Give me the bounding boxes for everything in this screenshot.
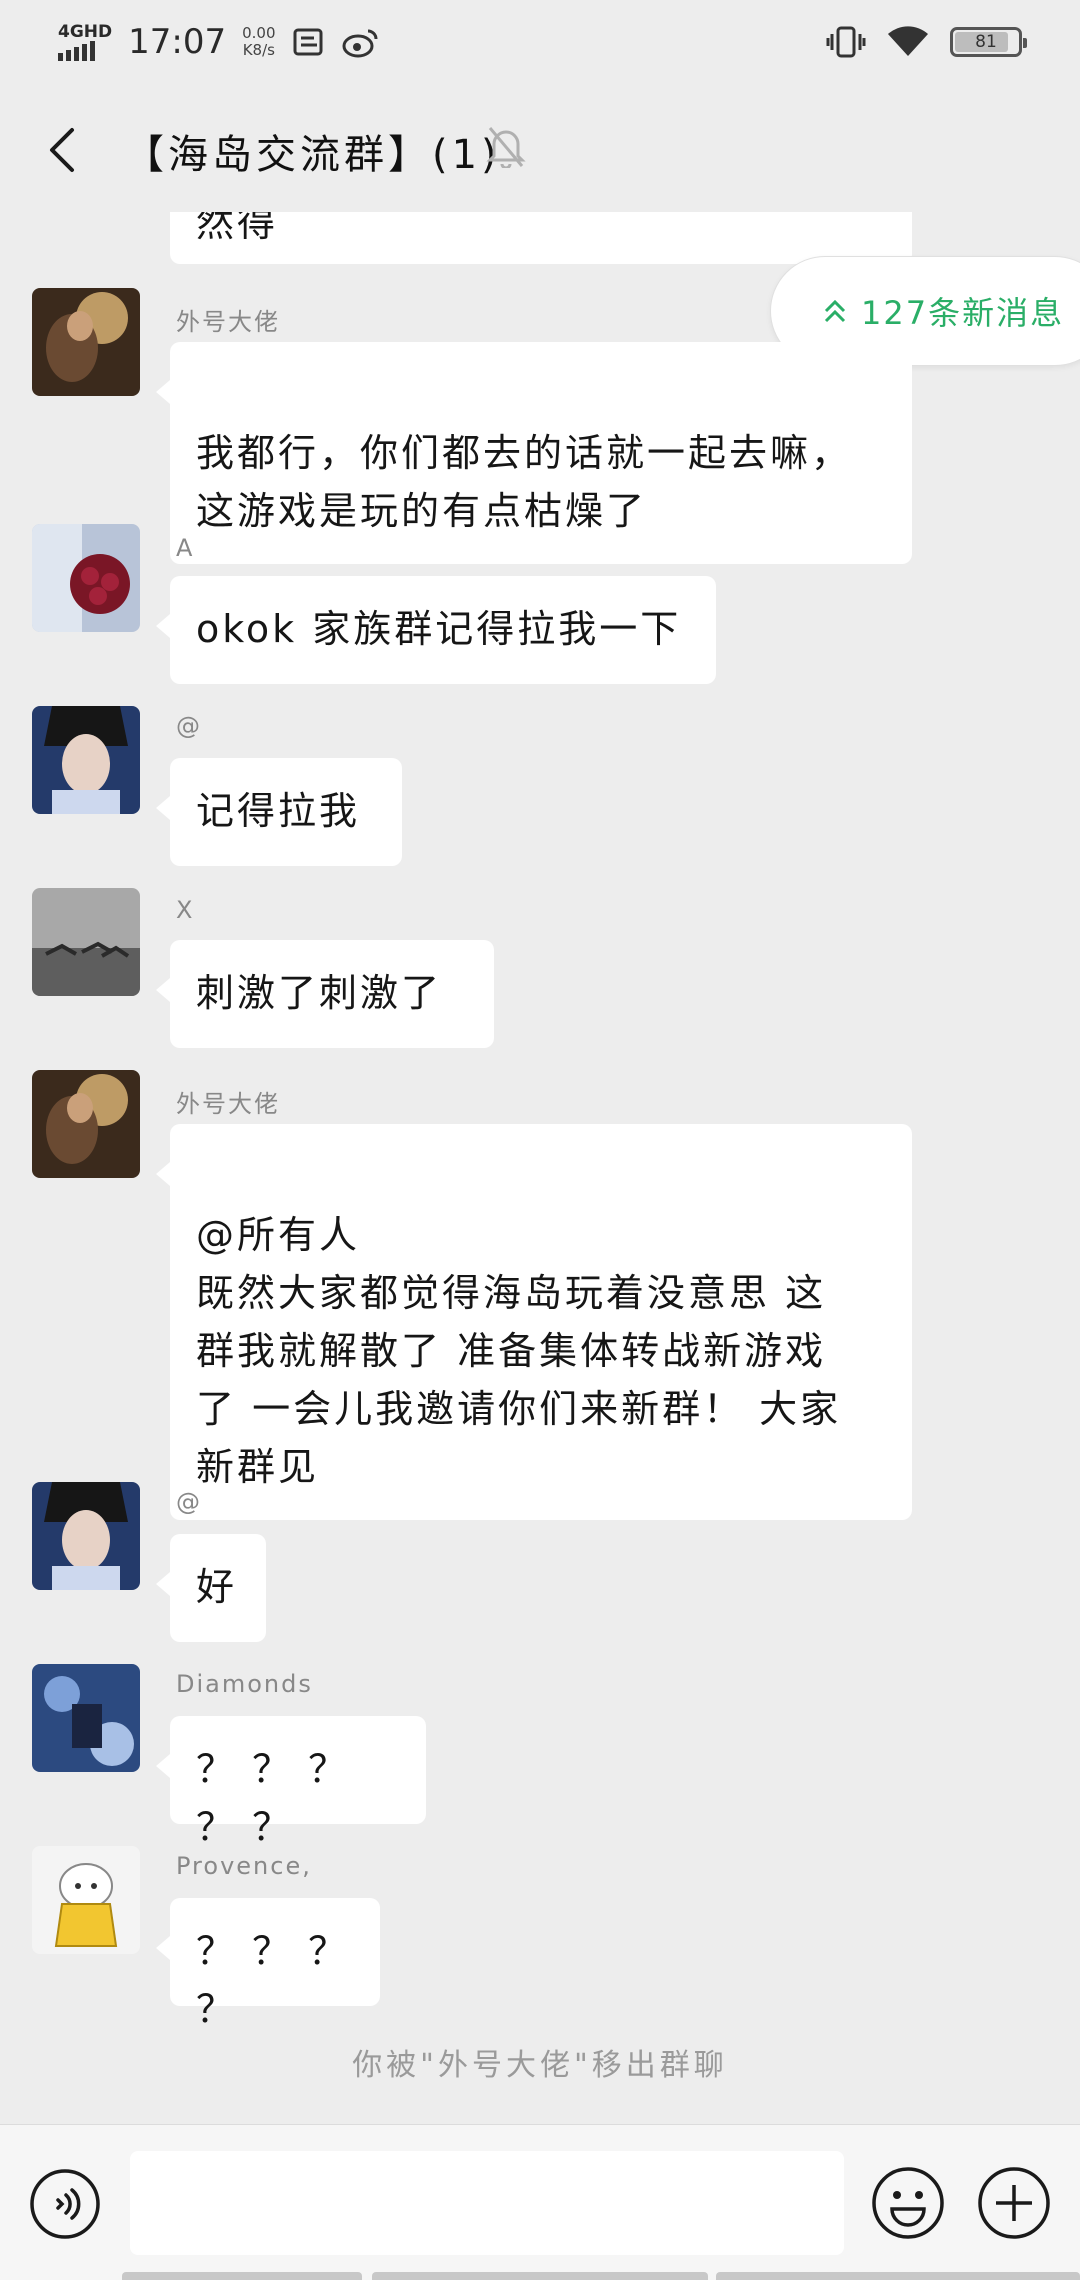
new-messages-label: 127条新消息	[861, 294, 1065, 332]
message-bubble[interactable]: ？ ？ ？ ？ ？	[156, 1716, 426, 1849]
system-tip: 你被"外号大佬"移出群聊	[352, 2048, 728, 2083]
speed-unit: K8/s	[242, 41, 275, 59]
message-text: ？ ？ ？ ？	[196, 1929, 350, 2031]
screenshot-app-icon	[293, 28, 323, 56]
status-time: 17:07	[128, 22, 227, 62]
message-bubble[interactable]: 刺激了刺激了	[156, 940, 494, 1048]
message-text: 我都行，你们都去的话就一起去嘛， 这游戏是玩的有点枯燥了	[196, 431, 853, 533]
battery-level: 81	[975, 32, 997, 52]
sender-name: A	[176, 534, 195, 562]
message-bubble[interactable]: okok 家族群记得拉我一下	[156, 576, 716, 684]
message-bubble[interactable]: ？ ？ ？ ？	[156, 1898, 380, 2031]
sender-name: Provence,	[176, 1852, 312, 1880]
chat-header: 【海岛交流群】(1)	[0, 84, 1080, 212]
avatar[interactable]	[32, 1846, 140, 1954]
status-bar: 4GHD 17:07 0.00 K8/s 81	[0, 0, 1080, 84]
message-bubble[interactable]: 我都行，你们都去的话就一起去嘛， 这游戏是玩的有点枯燥了	[156, 342, 912, 564]
avatar[interactable]	[32, 1070, 140, 1178]
message-text: 记得拉我	[196, 789, 361, 833]
double-chevron-up-icon	[824, 299, 846, 323]
vibrate-icon	[826, 26, 866, 58]
sender-name: 外号大佬	[176, 308, 280, 336]
back-arrow-icon[interactable]	[34, 120, 94, 180]
message-text: 好	[196, 1565, 238, 1609]
avatar[interactable]	[32, 888, 140, 996]
sender-name: 外号大佬	[176, 1090, 280, 1118]
message-bubble[interactable]: @所有人 既然大家都觉得海岛玩着没意思 这 群我就解散了 准备集体转战新游戏 了…	[156, 1124, 912, 1520]
message-text: @所有人 既然大家都觉得海岛玩着没意思 这 群我就解散了 准备集体转战新游戏 了…	[196, 1213, 842, 1489]
message-text: 刺激了刺激了	[196, 971, 443, 1015]
wifi-icon	[888, 26, 928, 56]
input-bar	[0, 2124, 1080, 2280]
message-bubble[interactable]: 然得	[170, 212, 912, 264]
network-type: 4GHD	[58, 21, 113, 42]
message-text: okok 家族群记得拉我一下	[196, 607, 682, 651]
message-text: ？ ？ ？ ？ ？	[196, 1747, 350, 1849]
speed-value: 0.00	[242, 24, 276, 42]
network-speed: 0.00 K8/s	[242, 25, 275, 59]
message-list[interactable]: 然得 127条新消息 外号大佬 我都行，你们都去的话就一起去嘛， 这游戏是玩的有…	[0, 212, 1080, 2124]
message-bubble[interactable]: 好	[156, 1534, 266, 1642]
signal-icon: 4GHD	[58, 21, 113, 61]
weibo-icon	[342, 29, 378, 58]
avatar[interactable]	[32, 706, 140, 814]
plus-icon[interactable]	[976, 2165, 1052, 2241]
message-bubble[interactable]: 记得拉我	[156, 758, 402, 866]
voice-icon[interactable]	[28, 2167, 102, 2241]
avatar[interactable]	[32, 288, 140, 396]
avatar[interactable]	[32, 1664, 140, 1772]
battery-icon: 81	[950, 27, 1027, 57]
message-input[interactable]	[130, 2151, 844, 2255]
sender-name: @	[176, 1488, 202, 1516]
nav-gesture-bar	[0, 2272, 1080, 2280]
emoji-icon[interactable]	[870, 2165, 946, 2241]
message-text: 然得	[196, 212, 279, 245]
sender-name: @	[176, 712, 202, 740]
mute-bell-icon	[486, 127, 526, 168]
sender-name: Diamonds	[176, 1670, 313, 1698]
sender-name: X	[176, 896, 195, 924]
avatar[interactable]	[32, 1482, 140, 1590]
chat-title[interactable]: 【海岛交流群】(1)	[124, 122, 501, 180]
avatar[interactable]	[32, 524, 140, 632]
